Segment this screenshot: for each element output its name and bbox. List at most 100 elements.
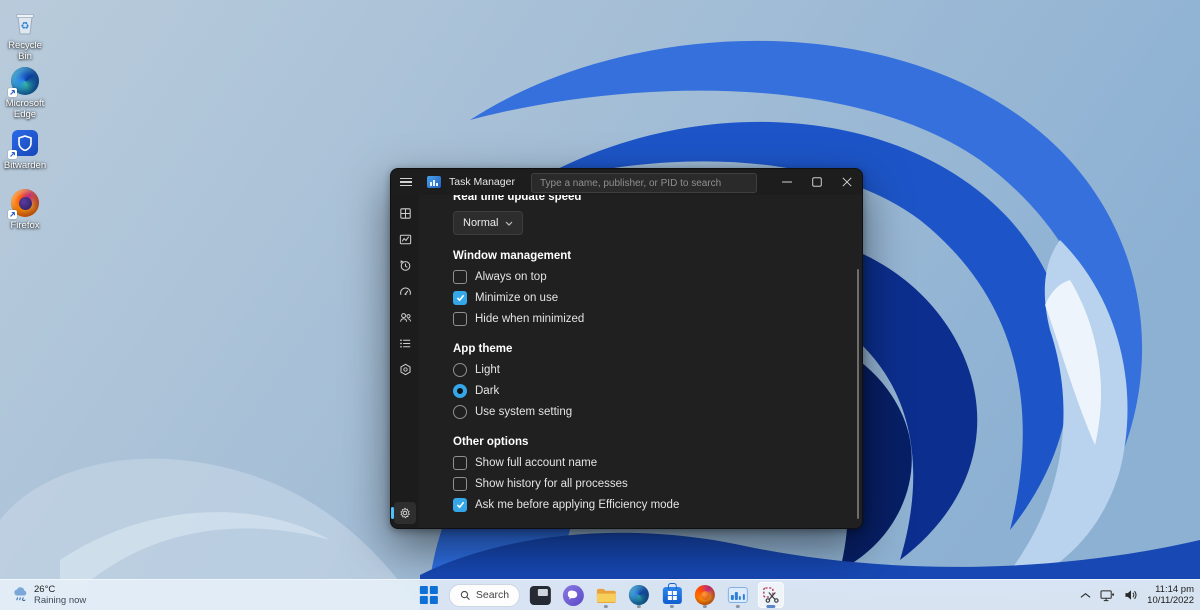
running-indicator [703,605,708,608]
taskbar-app-firefox[interactable] [692,582,718,608]
window-title: Task Manager [449,176,515,188]
shortcut-arrow-icon [8,88,17,97]
checkbox[interactable] [453,311,467,326]
sidebar-item-processes[interactable] [394,202,416,224]
sidebar-item-performance[interactable] [394,228,416,250]
checkbox-label: Show full account name [475,456,598,469]
search-label: Search [475,589,510,601]
clock-time: 11:14 pm [1155,584,1194,595]
checkbox-row-show-history-all-processes[interactable]: Show history for all processes [453,476,862,491]
sidebar-item-startup-apps[interactable] [394,280,416,302]
sidebar-item-services[interactable] [394,358,416,380]
active-indicator [766,605,776,608]
processes-icon [399,207,411,219]
start-button[interactable] [416,582,442,608]
taskbar-app-snipping-tool[interactable] [758,582,785,608]
radio-row-light[interactable]: Light [453,362,862,377]
sidebar-item-app-history[interactable] [394,254,416,276]
checkbox[interactable] [453,269,467,284]
shortcut-arrow-icon [8,210,17,219]
dropdown-value: Normal [463,217,499,229]
svg-text:♻: ♻ [21,21,30,32]
desktop-screen: ♻ Recycle Bin Microsoft Edge Bitwarden F… [0,0,1200,610]
task-manager-sidebar [391,195,419,528]
task-manager-window: Task Manager Type a name, publisher, or … [390,168,863,529]
services-icon [399,363,411,375]
taskbar-center-icons: Search [416,580,785,610]
firefox-icon [695,585,716,605]
radio-row-dark[interactable]: Dark [453,383,862,398]
radio-label: Light [475,363,500,376]
recycle-bin-icon: ♻ [10,8,40,38]
taskbar-app-microsoft-store[interactable] [659,582,685,608]
checkbox-row-ask-before-efficiency-mode[interactable]: Ask me before applying Efficiency mode [453,497,862,512]
network-icon[interactable] [1100,589,1115,602]
firefox-icon [8,188,40,219]
taskbar-app-monitor[interactable] [527,582,553,608]
radio-label: Dark [475,384,500,397]
file-explorer-icon [596,588,616,603]
hamburger-menu-icon[interactable] [391,169,421,195]
taskbar-clock[interactable]: 11:14 pm 10/11/2022 [1147,584,1194,606]
title-bar[interactable]: Task Manager [391,169,862,195]
edge-icon [629,585,650,605]
weather-status: Raining now [34,595,87,606]
checkbox-row-minimize-on-use[interactable]: Minimize on use [453,290,862,305]
desktop-icon-bitwarden[interactable]: Bitwarden [0,128,50,171]
checkbox[interactable] [453,455,467,470]
radio-row-use-system-setting[interactable]: Use system setting [453,404,862,419]
checkbox[interactable] [453,497,467,512]
checkbox-label: Show history for all processes [475,477,628,490]
bitwarden-icon [8,128,40,159]
settings-page: Real time update speed Normal Window man… [419,195,862,528]
radio-button[interactable] [453,362,467,377]
shortcut-arrow-icon [8,150,17,159]
checkbox-label: Always on top [475,270,547,283]
radio-button[interactable] [453,383,467,398]
details-icon [399,338,410,348]
checkbox-row-always-on-top[interactable]: Always on top [453,269,862,284]
sidebar-item-details[interactable] [394,332,416,354]
performance-icon [399,234,411,244]
sidebar-item-settings[interactable] [394,502,416,524]
taskbar-app-file-explorer[interactable] [593,582,619,608]
desktop-icon-label: Microsoft Edge [5,98,45,120]
system-tray: 11:14 pm 10/11/2022 [1080,580,1194,610]
running-indicator [670,605,675,608]
weather-rain-icon [14,586,27,601]
running-indicator [604,605,609,608]
taskbar-app-chat[interactable] [560,582,586,608]
radio-button[interactable] [453,404,467,419]
clock-date: 10/11/2022 [1147,595,1194,606]
volume-icon[interactable] [1124,589,1138,601]
sidebar-item-users[interactable] [394,306,416,328]
settings-gear-icon [400,507,410,519]
scrollbar-thumb[interactable] [856,269,859,519]
monitor-app-icon [529,585,551,605]
snipping-tool-icon [763,587,779,603]
tray-chevron-up-icon[interactable] [1080,592,1091,599]
desktop-icon-microsoft-edge[interactable]: Microsoft Edge [0,66,50,120]
taskbar-search[interactable]: Search [448,583,521,607]
desktop-icon-label: Recycle Bin [8,40,42,62]
desktop-icon-firefox[interactable]: Firefox [0,188,50,231]
users-icon [399,312,411,322]
update-speed-dropdown[interactable]: Normal [453,211,524,235]
weather-widget[interactable]: 26°C Raining now [6,580,92,610]
desktop-icon-recycle-bin[interactable]: ♻ Recycle Bin [0,8,50,62]
checkbox[interactable] [453,476,467,491]
close-button[interactable] [832,169,862,195]
desktop-icon-label: Bitwarden [3,160,47,171]
microsoft-store-icon [662,582,682,604]
checkbox-label: Hide when minimized [475,312,585,325]
search-input[interactable] [531,173,757,193]
taskbar-app-edge[interactable] [626,582,652,608]
minimize-button[interactable] [772,169,802,195]
checkbox-row-show-full-account-name[interactable]: Show full account name [453,455,862,470]
section-title-other-options: Other options [453,436,529,448]
checkbox[interactable] [453,290,467,305]
checkbox-row-hide-when-minimized[interactable]: Hide when minimized [453,311,862,326]
maximize-button[interactable] [802,169,832,195]
taskbar-app-task-manager[interactable] [725,582,751,608]
taskbar: 26°C Raining now Search 11:14 pm 10/11/2… [0,579,1200,610]
